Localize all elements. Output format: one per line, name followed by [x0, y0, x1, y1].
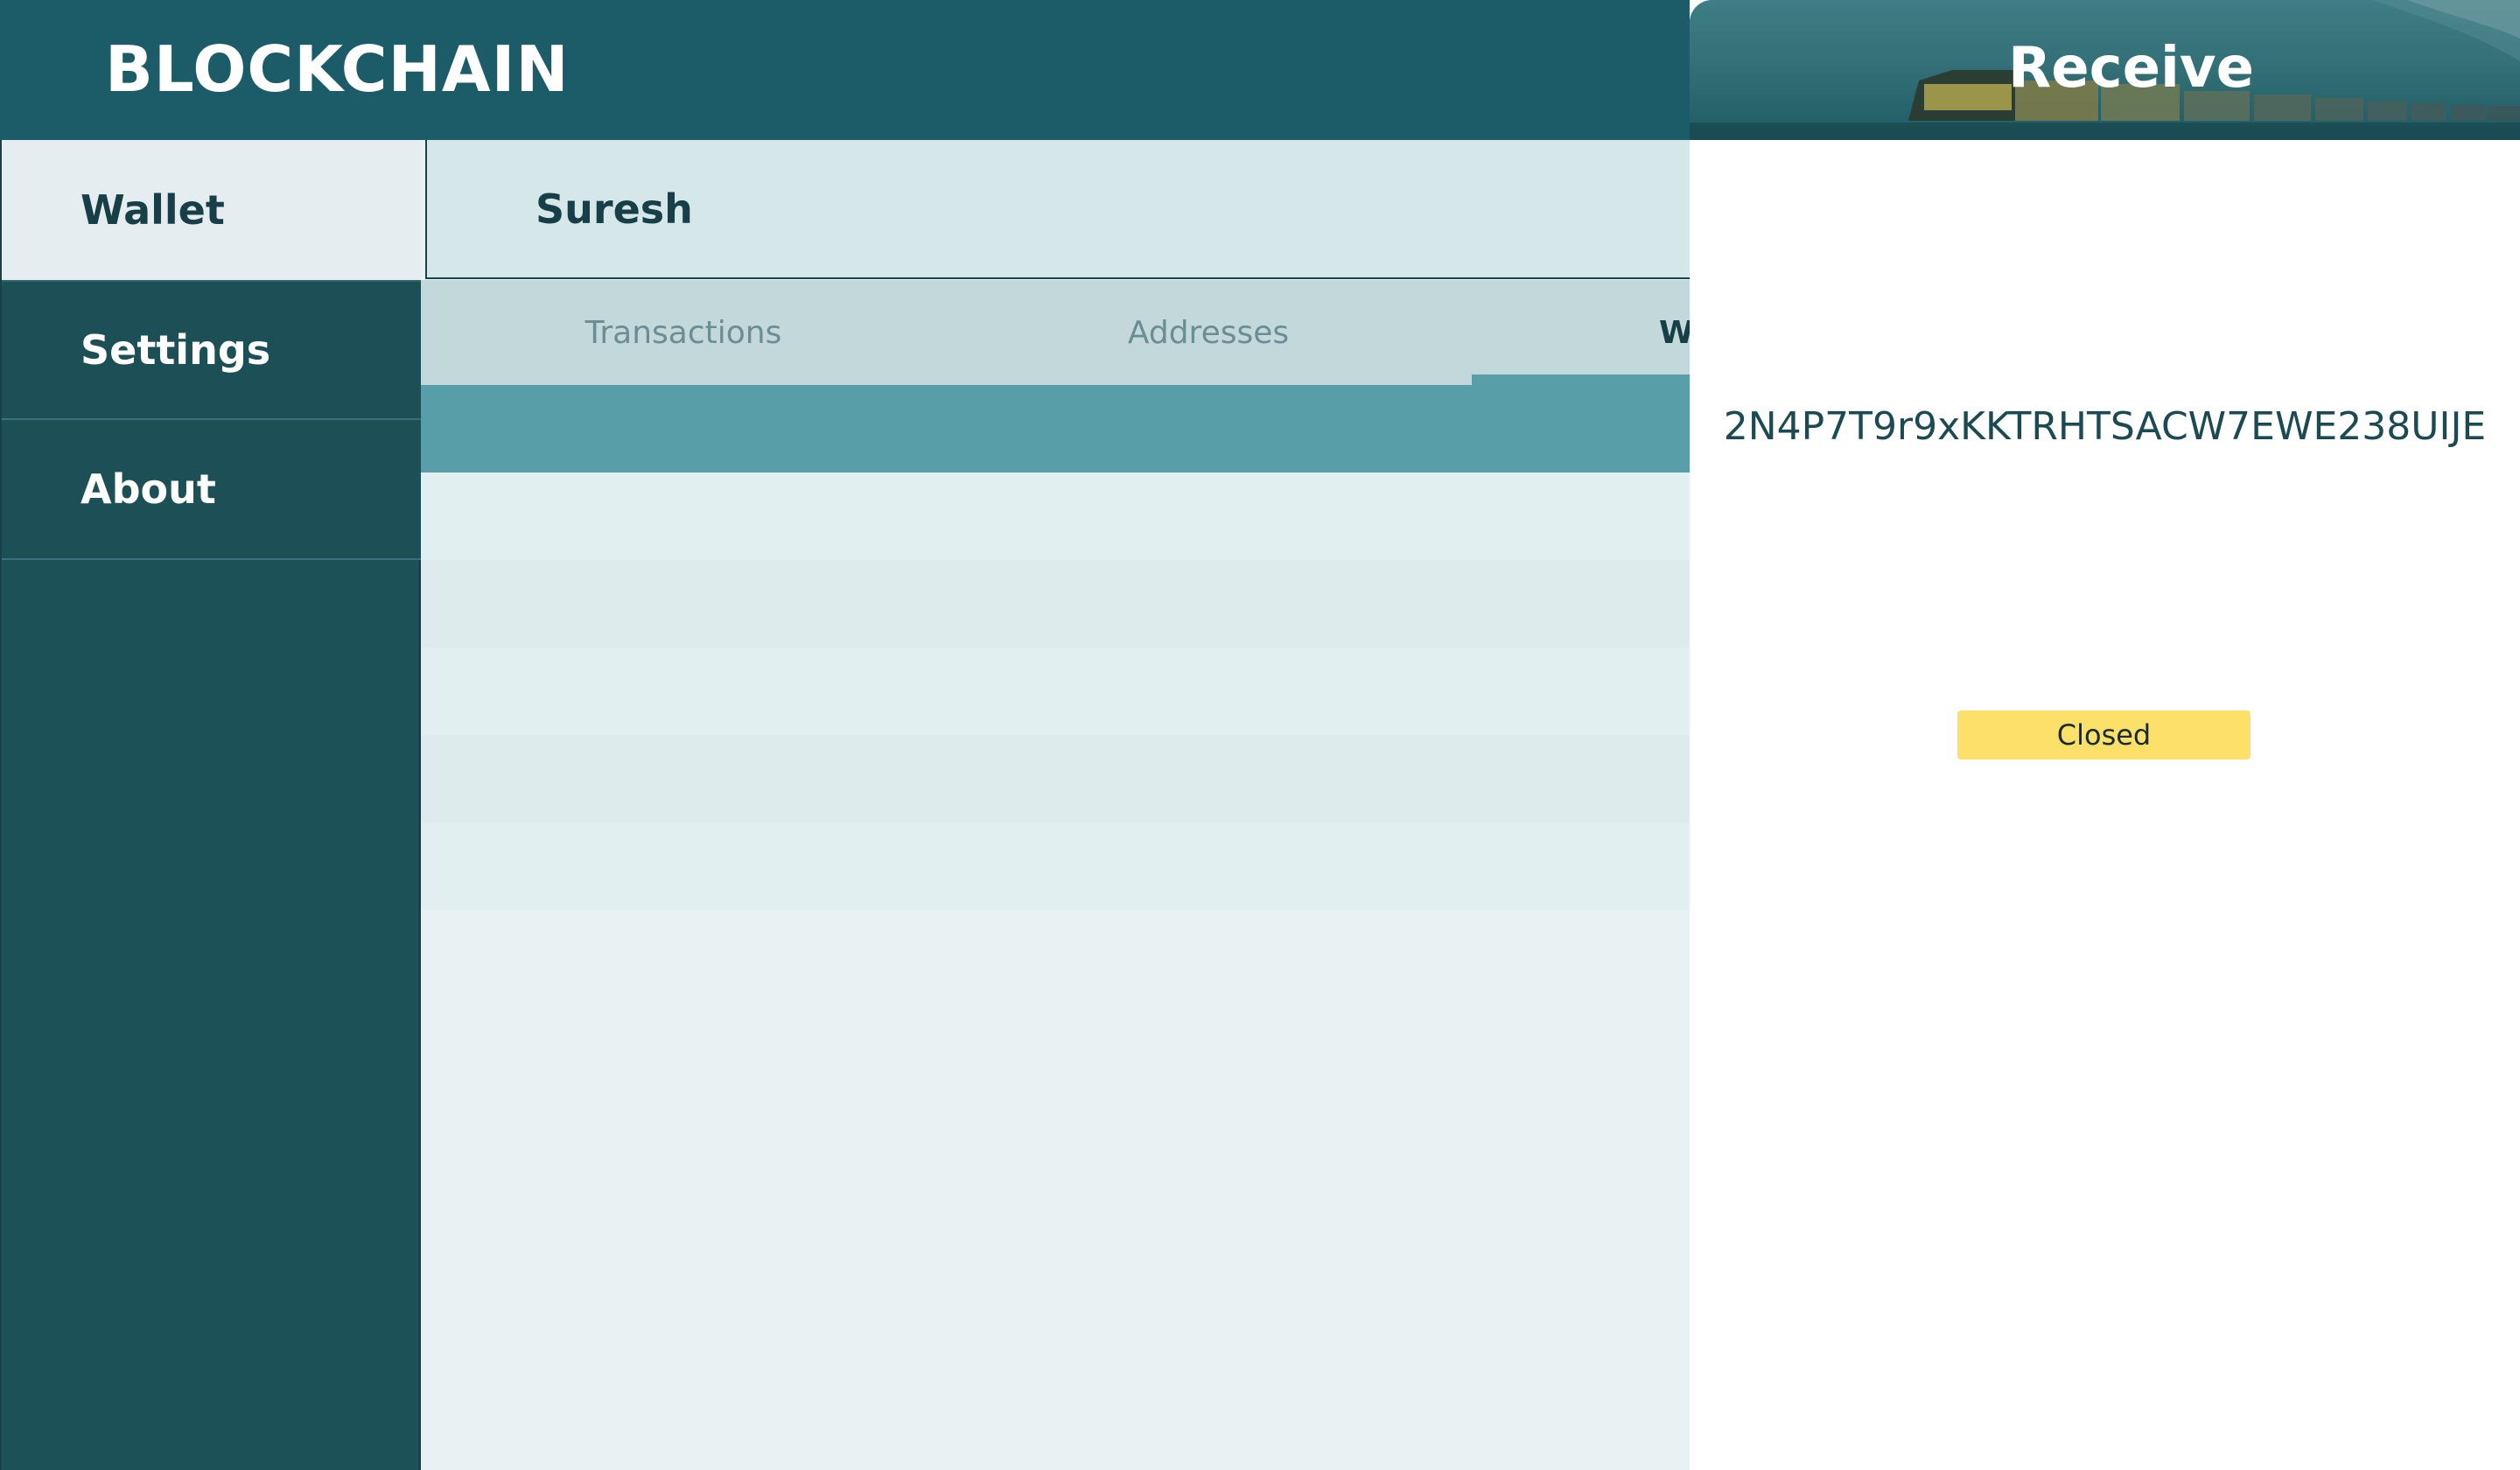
sidebar-item-label: About — [80, 466, 216, 513]
receive-dialog: Receive 2N4P7T9r9xKKTRHTSACW7EWE238UIJE … — [1690, 0, 2520, 1470]
active-tab-indicator — [1472, 374, 1690, 385]
sidebar-item-settings[interactable]: Settings — [2, 280, 423, 420]
tab-addresses[interactable]: Addresses — [946, 280, 1471, 385]
wallet-main: Suresh Transactions Addresses W — [421, 140, 1690, 1470]
wallet-address: 2N4P7T9r9xKKTRHTSACW7EWE238UIJE — [1723, 404, 2487, 449]
receive-title: Receive — [2007, 36, 2255, 101]
sidebar-item-label: Wallet — [80, 186, 225, 234]
sidebar-item-wallet[interactable]: Wallet — [2, 140, 423, 280]
sidebar-item-about[interactable]: About — [2, 420, 423, 560]
close-button[interactable]: Closed — [1957, 710, 2250, 760]
tab-transactions[interactable]: Transactions — [421, 280, 946, 385]
wallet-tabs: Transactions Addresses W — [421, 280, 1690, 385]
table-row — [421, 648, 1690, 735]
table-row — [421, 560, 1690, 648]
receive-header: Receive — [1690, 0, 2520, 140]
sidebar-item-label: Settings — [80, 326, 271, 374]
tab-label: W — [1659, 314, 1690, 351]
table-header — [421, 385, 1690, 472]
sidebar: Wallet Settings About — [0, 140, 423, 1470]
table-row — [421, 735, 1690, 822]
tab-active[interactable]: W — [1471, 280, 1690, 385]
user-name: Suresh — [536, 185, 693, 233]
table-row — [421, 822, 1690, 910]
app-title: BLOCKCHAIN — [105, 32, 570, 106]
tab-label: Transactions — [584, 314, 782, 351]
tab-label: Addresses — [1127, 314, 1290, 351]
table-row — [421, 472, 1690, 560]
user-bar: Suresh — [425, 140, 1690, 279]
